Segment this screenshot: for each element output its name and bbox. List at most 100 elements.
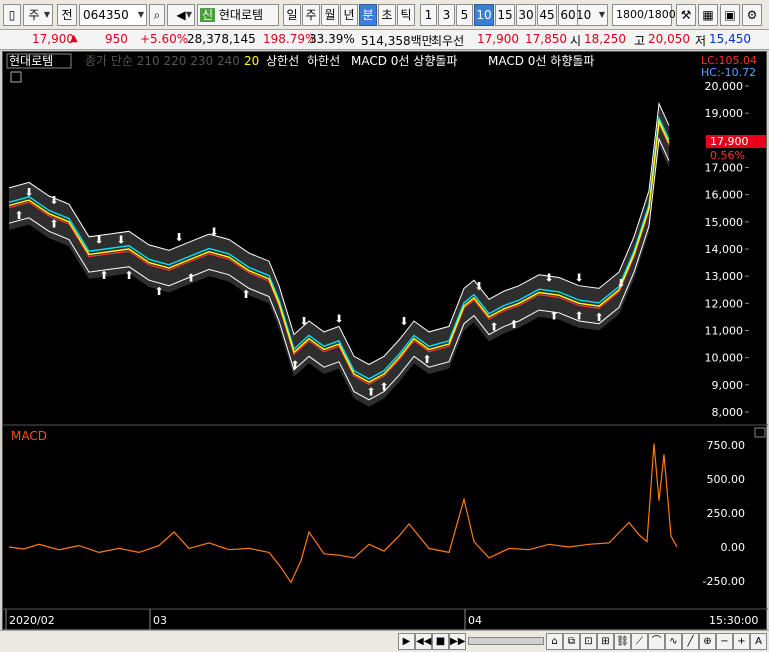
- period-tab-0[interactable]: 일: [283, 4, 301, 26]
- stock-name-box[interactable]: 신 현대로템: [197, 4, 279, 26]
- band-layer: [9, 103, 669, 407]
- legend-price-ma: 종가 단순 210 220 230 240: [85, 54, 240, 68]
- macd-line: [8, 443, 678, 584]
- interval-tab-10[interactable]: 10: [474, 4, 494, 26]
- trade-amount: 514,358백만: [361, 34, 433, 48]
- count-input[interactable]: 1800/1800: [612, 4, 676, 26]
- interval-tab-3[interactable]: 3: [438, 4, 455, 26]
- buy-signal-arrow: ⬆: [594, 311, 603, 324]
- macd-axis-label: 750.00: [707, 439, 746, 452]
- type-label: 주: [28, 8, 40, 22]
- price-axis-label: 19,000: [705, 107, 744, 120]
- period-tab-6[interactable]: 틱: [397, 4, 415, 26]
- period-tab-5[interactable]: 초: [378, 4, 396, 26]
- price-axis-label: 13,000: [705, 270, 744, 283]
- interval-tab-15[interactable]: 15: [495, 4, 515, 26]
- period-tab-2[interactable]: 월: [321, 4, 339, 26]
- interval-tab-5[interactable]: 5: [456, 4, 473, 26]
- interval-tab-30[interactable]: 30: [516, 4, 536, 26]
- stock-name: 현대로템: [218, 8, 264, 22]
- wave-icon[interactable]: ∿: [665, 633, 682, 650]
- next-button[interactable]: ▶▶: [449, 633, 466, 650]
- buy-signal-arrow: ⬆: [509, 318, 518, 331]
- turnover-pct: 33.39%: [309, 32, 355, 46]
- interval-select-value: 10: [576, 8, 592, 22]
- best-ask: 17,900: [477, 32, 519, 46]
- scroll-track[interactable]: [468, 637, 544, 645]
- best-bid: 17,850: [525, 32, 567, 46]
- stock-code-input[interactable]: 064350: [79, 4, 147, 26]
- chart-area[interactable]: 현대로템 종가 단순 210 220 230 240 20 상한선 하한선 MA…: [2, 51, 768, 631]
- current-price: 17,900: [32, 32, 74, 46]
- low-price: 15,450: [709, 32, 751, 46]
- menu-icon[interactable]: ▯: [3, 4, 21, 26]
- sell-signal-arrow: ⬇: [209, 225, 218, 238]
- price-axis-label: 17,000: [705, 162, 744, 175]
- chart-type-icon[interactable]: ▦: [698, 4, 718, 26]
- time-axis-label: 04: [468, 614, 482, 627]
- stop-button[interactable]: ■: [432, 633, 449, 650]
- zoom-reset-icon[interactable]: ⌂: [546, 633, 563, 650]
- grid-icon[interactable]: [10, 71, 22, 83]
- macd-axis-label: 250.00: [707, 507, 746, 520]
- line-icon[interactable]: ╱: [682, 633, 699, 650]
- change-pct: +5.60%: [140, 32, 189, 46]
- open-label: 시: [570, 34, 582, 48]
- interval-tab-60[interactable]: 60: [558, 4, 578, 26]
- period-tab-4[interactable]: 분: [359, 4, 377, 26]
- macd-axis-label: 500.00: [707, 473, 746, 486]
- curve-icon[interactable]: ⌒: [648, 633, 665, 650]
- interval-tab-45[interactable]: 45: [537, 4, 557, 26]
- buy-signal-arrow: ⬆: [422, 353, 431, 366]
- interval-tab-1[interactable]: 1: [420, 4, 437, 26]
- font-size-icon[interactable]: A: [750, 633, 767, 650]
- low-label: 저: [695, 34, 707, 48]
- sell-signal-arrow: ⬇: [474, 280, 483, 293]
- envelope-band: [9, 103, 669, 407]
- link-icon[interactable]: ⛓: [614, 633, 631, 650]
- gear-icon[interactable]: ⚙: [742, 4, 762, 26]
- grid-view-icon[interactable]: ⊞: [597, 633, 614, 650]
- best-ask-label: 최우선: [431, 34, 465, 48]
- sell-signal-arrow: ⬇: [334, 312, 343, 325]
- diagonal-icon[interactable]: ⟋: [631, 633, 648, 650]
- price-axis-label: 11,000: [705, 325, 744, 338]
- chart-canvas: 현대로템 종가 단순 210 220 230 240 20 상한선 하한선 MA…: [3, 53, 768, 631]
- stock-code-value: 064350: [83, 8, 129, 22]
- crop-icon[interactable]: ⊡: [580, 633, 597, 650]
- save-icon[interactable]: ▣: [720, 4, 740, 26]
- copy-icon[interactable]: ⧉: [563, 633, 580, 650]
- sell-signal-arrow: ⬇: [616, 277, 625, 290]
- code-prefix[interactable]: 전: [57, 4, 77, 26]
- open-price: 18,250: [584, 32, 626, 46]
- price-axis-label: 12,000: [705, 297, 744, 310]
- period-tab-3[interactable]: 년: [340, 4, 358, 26]
- type-select[interactable]: 주: [23, 4, 53, 26]
- zoom-plus-icon[interactable]: +: [733, 633, 750, 650]
- play-button[interactable]: ▶: [398, 633, 415, 650]
- prev-button[interactable]: ◀◀: [415, 633, 432, 650]
- current-price-pct: 0.56%: [710, 149, 745, 162]
- sell-signal-arrow: ⬇: [399, 315, 408, 328]
- sell-signal-arrow: ⬇: [174, 231, 183, 244]
- macd-axis-label: 0.00: [721, 541, 746, 554]
- macd-axis-label: -250.00: [703, 575, 745, 588]
- zoom-in-icon[interactable]: ⊕: [699, 633, 716, 650]
- count-total: /1800: [644, 8, 676, 21]
- buy-signal-arrow: ⬆: [14, 209, 23, 222]
- search-icon[interactable]: ⌕: [149, 4, 165, 26]
- zoom-out-icon[interactable]: −: [716, 633, 733, 650]
- tools-icon[interactable]: ⚒: [676, 4, 696, 26]
- time-axis-label: 15:30:00: [709, 614, 758, 627]
- buy-signal-arrow: ⬆: [489, 321, 498, 334]
- change-value: 950: [105, 32, 128, 46]
- buy-signal-arrow: ⬆: [186, 272, 195, 285]
- macd-pane-button[interactable]: [754, 427, 766, 438]
- sound-icon[interactable]: ◀: [167, 4, 195, 26]
- legend-lower: 하한선: [307, 54, 340, 68]
- buy-signal-arrow: ⬆: [49, 217, 58, 230]
- price-axis-label: 9,000: [712, 379, 744, 392]
- price-axis-label: 14,000: [705, 243, 744, 256]
- sell-signal-arrow: ⬇: [24, 186, 33, 199]
- period-tab-1[interactable]: 주: [302, 4, 320, 26]
